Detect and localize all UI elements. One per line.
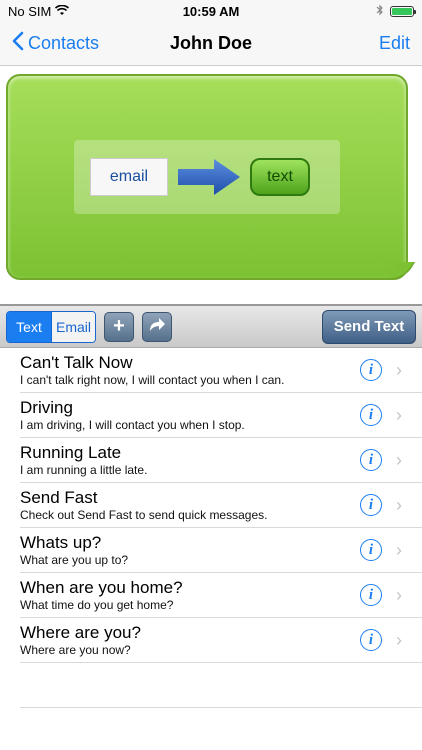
list-item[interactable]: Where are you? Where are you now? i › [20,618,422,663]
info-icon[interactable]: i [360,584,382,606]
forward-icon [147,315,167,339]
chevron-right-icon: › [396,584,402,605]
message-bubble: email text [6,74,408,280]
preview-panel: email text [74,140,340,214]
list-item[interactable]: Send Fast Check out Send Fast to send qui… [20,483,422,528]
send-text-button[interactable]: Send Text [322,309,416,344]
item-body: I can't talk right now, I will contact y… [20,373,285,387]
item-body: What time do you get home? [20,598,174,612]
info-icon[interactable]: i [360,539,382,561]
item-body: What are you up to? [20,553,129,567]
item-title: Can't Talk Now [20,353,133,372]
chevron-right-icon: › [396,629,402,650]
carrier-label: No SIM [8,3,52,19]
add-button[interactable]: + [104,311,134,342]
empty-row [20,663,422,708]
item-body: Where are you now? [20,643,131,657]
item-body: I am running a little late. [20,463,148,477]
item-body: Check out Send Fast to send quick messag… [20,508,268,522]
back-button[interactable]: Contacts [12,31,99,56]
status-right [376,4,416,19]
info-icon[interactable]: i [360,494,382,516]
item-body: I am driving, I will contact you when I … [20,418,245,432]
list-item[interactable]: Driving I am driving, I will contact you … [20,393,422,438]
info-icon[interactable]: i [360,359,382,381]
chevron-right-icon: › [396,494,402,515]
battery-icon [390,5,416,17]
nav-bar: Contacts John Doe Edit [0,22,422,66]
chevron-left-icon [12,31,24,56]
segment-email[interactable]: Email [51,311,95,342]
chevron-right-icon: › [396,359,402,380]
message-list: Can't Talk Now I can't talk right now, I … [0,348,422,708]
item-title: When are you home? [20,578,183,597]
item-title: Driving [20,398,73,417]
segment-text[interactable]: Text [7,311,51,342]
back-label: Contacts [28,33,100,53]
info-icon[interactable]: i [360,629,382,651]
status-bar: No SIM 10:59 AM [0,0,422,22]
list-item[interactable]: Whats up? What are you up to? i › [20,528,422,573]
list-item[interactable]: When are you home? What time do you get h… [20,573,422,618]
info-icon[interactable]: i [360,404,382,426]
text-bubble: text [250,158,310,196]
item-title: Whats up? [20,533,102,552]
status-left: No SIM [8,3,70,19]
message-preview: email text [0,66,422,304]
chevron-right-icon: › [396,539,402,560]
info-icon[interactable]: i [360,449,382,471]
item-title: Send Fast [20,488,98,507]
mode-segmented-control: Text Email [6,310,96,343]
plus-icon: + [113,315,125,337]
item-title: Where are you? [20,623,141,642]
arrow-right-icon [176,157,242,197]
bluetooth-icon [376,4,384,19]
chevron-right-icon: › [396,449,402,470]
item-title: Running Late [20,443,122,462]
list-item[interactable]: Can't Talk Now I can't talk right now, I … [20,348,422,393]
toolbar: Text Email + Send Text [0,304,422,348]
edit-button[interactable]: Edit [379,33,410,54]
forward-button[interactable] [142,311,172,342]
wifi-icon [55,4,70,19]
email-box: email [90,158,168,196]
list-item[interactable]: Running Late I am running a little late. … [20,438,422,483]
chevron-right-icon: › [396,404,402,425]
